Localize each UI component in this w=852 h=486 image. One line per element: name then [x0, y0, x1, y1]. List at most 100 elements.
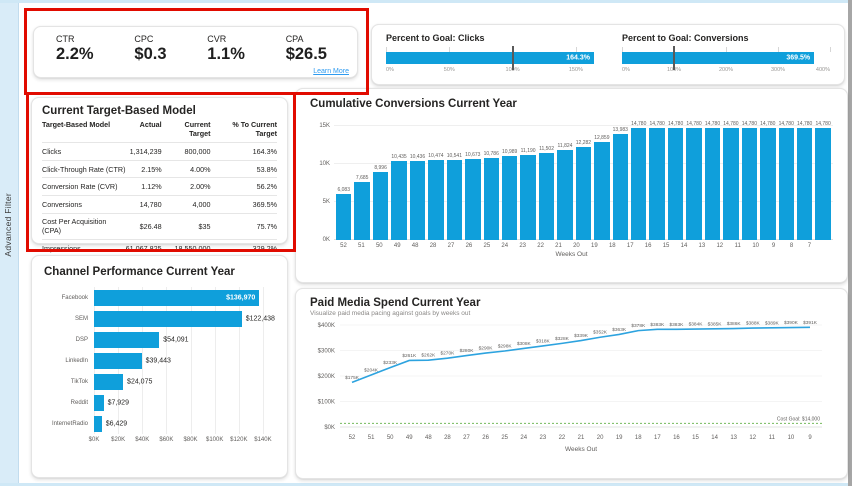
- bar[interactable]: 10,435: [391, 161, 406, 240]
- advanced-filter-label[interactable]: Advanced Filter: [3, 193, 13, 257]
- gauge-title: Percent to Goal: Clicks: [386, 33, 594, 43]
- table-cell: 2.00%: [162, 178, 211, 196]
- axis-tick-label: 52: [349, 435, 356, 441]
- channel-category-label: SEM: [40, 308, 94, 329]
- bar[interactable]: 14,780: [705, 128, 720, 240]
- table-cell: $35: [162, 213, 211, 240]
- bar[interactable]: $122,438: [94, 311, 242, 327]
- gauge-fill-bar[interactable]: [622, 52, 814, 64]
- spend-x-axis-title: Weeks Out: [565, 446, 597, 453]
- learn-more-link[interactable]: Learn More: [313, 68, 349, 75]
- channel-bar-row: $136,970: [94, 287, 275, 308]
- kpi-label: CPC: [134, 34, 166, 44]
- axis-tick-label: 28: [426, 243, 441, 249]
- bar[interactable]: 14,780: [760, 128, 775, 240]
- axis-tick-label: $40K: [135, 437, 149, 443]
- gauge-tick-labels: 0%100%200%300%400%: [622, 67, 830, 77]
- bar[interactable]: 14,780: [779, 128, 794, 240]
- bar[interactable]: 14,780: [723, 128, 738, 240]
- axis-tick-label: $100K: [318, 400, 335, 406]
- bar[interactable]: $136,970: [94, 290, 259, 306]
- bar[interactable]: 10,541: [447, 160, 462, 240]
- axis-tick-label: 52: [336, 243, 351, 249]
- axis-tick-label: 22: [533, 243, 548, 249]
- gauge-value-label: 369.5%: [786, 55, 810, 62]
- bar[interactable]: 10,673: [465, 159, 480, 240]
- bar[interactable]: 11,190: [520, 155, 535, 240]
- gauge-clicks: Percent to Goal: Clicks164.3%0%50%100%15…: [372, 25, 608, 84]
- bar[interactable]: $54,091: [94, 332, 159, 348]
- axis-tick-label: 18: [635, 435, 642, 441]
- gauge-fill-bar[interactable]: [386, 52, 594, 64]
- kpi-label: CTR: [56, 34, 94, 44]
- bar[interactable]: 10,436: [410, 161, 425, 240]
- bar[interactable]: 10,989: [502, 156, 517, 240]
- bar[interactable]: 11,502: [539, 153, 554, 240]
- bar-value-label: $6,429: [106, 420, 127, 427]
- bar[interactable]: 14,780: [797, 128, 812, 240]
- bar[interactable]: 14,780: [668, 128, 683, 240]
- kpi-value: $26.5: [286, 45, 327, 64]
- bar[interactable]: 10,786: [484, 158, 499, 240]
- kpi-label: CVR: [207, 34, 245, 44]
- bar[interactable]: 14,780: [742, 128, 757, 240]
- kpi-ctr: CTR2.2%: [56, 34, 94, 64]
- axis-tick-label: 20: [597, 435, 604, 441]
- point-value-label: $386K: [727, 321, 742, 327]
- table-cell: Conversion Rate (CVR): [42, 178, 126, 196]
- point-value-label: $290K: [479, 346, 494, 352]
- bar[interactable]: 11,824: [557, 150, 572, 240]
- bar-value-label: 10,673: [465, 152, 480, 158]
- advanced-filter-pane[interactable]: Advanced Filter: [0, 3, 19, 483]
- bar[interactable]: 14,780: [649, 128, 664, 240]
- gauge-target-line: [673, 46, 675, 70]
- bar[interactable]: 12,859: [594, 142, 609, 240]
- bar[interactable]: 6,083: [336, 194, 351, 240]
- axis-tick-label: 5K: [308, 199, 330, 205]
- bar-value-label: 11,824: [558, 143, 573, 149]
- bar[interactable]: 8,996: [373, 172, 388, 240]
- point-value-label: $385K: [708, 321, 723, 327]
- bar-value-label: 14,780: [686, 121, 701, 127]
- bar-value-label: 7,685: [356, 175, 369, 181]
- bar[interactable]: $6,429: [94, 416, 102, 432]
- channel-bar-row: $7,929: [94, 392, 275, 413]
- bar-value-label: 10,786: [484, 151, 499, 157]
- table-row: Cost Per Acquisition (CPA)$26.48$3575.7%: [42, 213, 277, 240]
- bar-value-label: 14,780: [742, 121, 757, 127]
- bar[interactable]: $24,075: [94, 374, 123, 390]
- axis-tick-label: 10: [748, 243, 763, 249]
- bar[interactable]: 14,780: [815, 128, 830, 240]
- bar[interactable]: 10,474: [428, 160, 443, 240]
- bar[interactable]: 14,780: [686, 128, 701, 240]
- bar[interactable]: 14,780: [631, 128, 646, 240]
- axis-tick-label: 24: [497, 243, 512, 249]
- gauge-tick-label: 400%: [816, 67, 830, 73]
- bar[interactable]: 13,983: [613, 134, 628, 240]
- bar-value-label: 13,983: [613, 127, 628, 133]
- table-cell: Click-Through Rate (CTR): [42, 160, 126, 178]
- cost-goal-label: Cost Goal: $14,000: [777, 416, 820, 422]
- bar-value-label: 10,436: [410, 154, 425, 160]
- kpi-row: CTR2.2%CPC$0.3CVR1.1%CPA$26.5: [34, 27, 357, 64]
- bar[interactable]: $39,443: [94, 353, 142, 369]
- table-header-cell: Current Target: [162, 120, 211, 143]
- axis-tick-label: 50: [372, 243, 387, 249]
- table-row: Click-Through Rate (CTR)2.15%4.00%53.8%: [42, 160, 277, 178]
- axis-tick-label: 11: [730, 243, 745, 249]
- point-value-label: $280K: [460, 348, 475, 354]
- axis-tick-label: 19: [616, 435, 623, 441]
- bar[interactable]: 12,282: [576, 147, 591, 240]
- axis-tick-label: 21: [578, 435, 585, 441]
- axis-tick-label: 25: [501, 435, 508, 441]
- bar[interactable]: 7,685: [354, 182, 369, 240]
- table-cell: 56.2%: [211, 178, 277, 196]
- bar[interactable]: $7,929: [94, 395, 104, 411]
- point-value-label: $363K: [612, 327, 627, 333]
- axis-tick-label: 21: [551, 243, 566, 249]
- table-cell: 1.12%: [126, 178, 162, 196]
- axis-tick-label: 26: [461, 243, 476, 249]
- bar-value-label: 11,190: [521, 148, 536, 154]
- axis-tick-label: 26: [482, 435, 489, 441]
- axis-tick-label: 51: [368, 435, 375, 441]
